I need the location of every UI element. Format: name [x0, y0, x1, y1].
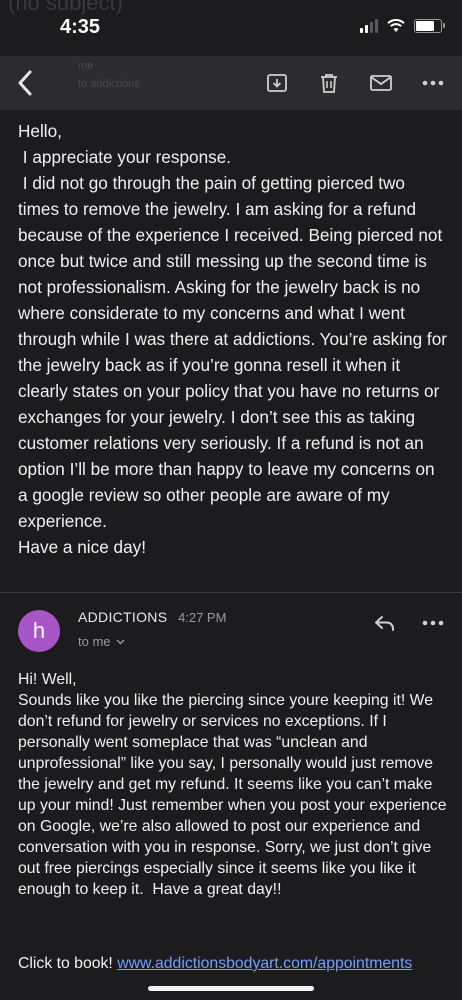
message-time: 4:27 PM — [178, 610, 227, 625]
reply-icon — [375, 616, 394, 631]
trash-icon — [321, 74, 337, 93]
battery-icon — [414, 19, 445, 33]
message-toolbar: me to addictions — [0, 56, 462, 110]
booking-link[interactable]: www.addictionsbodyart.com/appointments — [117, 955, 412, 972]
more-icon — [422, 80, 444, 86]
archive-icon — [267, 74, 287, 92]
reply-message-text: Hi! Well, Sounds like you like the pierc… — [18, 671, 447, 898]
wifi-icon — [387, 19, 405, 32]
booking-prefix: Click to book! — [18, 955, 113, 972]
quoted-message-body: Hello, I appreciate your response. I did… — [18, 121, 447, 557]
chevron-down-icon — [116, 639, 125, 644]
back-button[interactable] — [10, 68, 40, 98]
ghost-recipient: to addictions — [78, 78, 140, 90]
status-icons — [360, 19, 445, 33]
reply-button[interactable] — [370, 608, 400, 638]
reply-message-body: Hi! Well, Sounds like you like the pierc… — [18, 669, 448, 900]
status-bar: (no subject) 4:35 — [0, 0, 462, 56]
archive-button[interactable] — [262, 68, 292, 98]
sender-name[interactable]: ADDICTIONS — [78, 609, 167, 625]
mark-unread-button[interactable] — [366, 68, 396, 98]
booking-line: Click to book! www.addictionsbodyart.com… — [18, 952, 448, 975]
back-icon — [18, 70, 32, 96]
ghost-sender: me — [78, 60, 94, 72]
status-time: 4:35 — [60, 16, 101, 38]
home-indicator[interactable] — [148, 986, 314, 991]
cellular-signal-icon — [360, 19, 378, 33]
avatar[interactable]: h — [18, 610, 60, 652]
delete-button[interactable] — [314, 68, 344, 98]
ghost-subject: (no subject) — [8, 0, 123, 15]
message-more-button[interactable] — [418, 608, 448, 638]
message-divider — [0, 592, 462, 593]
recipient-details-toggle[interactable]: to me — [78, 634, 125, 649]
more-icon — [422, 620, 444, 626]
recipient-label: to me — [78, 634, 111, 649]
mail-icon — [370, 75, 392, 91]
more-options-button[interactable] — [418, 68, 448, 98]
